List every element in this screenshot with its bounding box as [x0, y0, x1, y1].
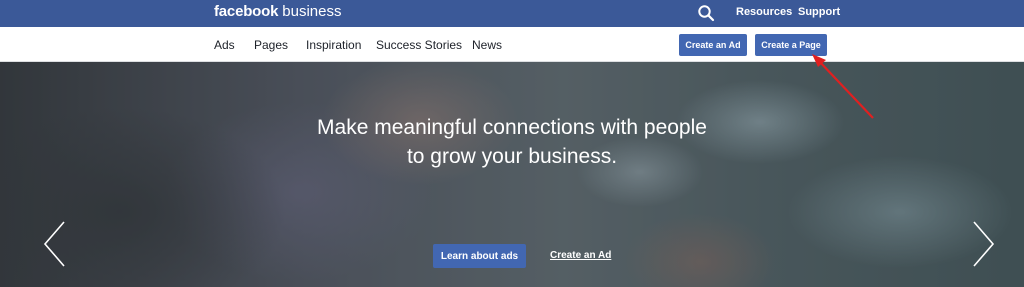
brand-facebook: facebook	[214, 3, 279, 20]
brand-business: business	[282, 3, 342, 20]
hero-title: Make meaningful connections with people …	[0, 113, 1024, 171]
main-nav	[0, 27, 1024, 62]
hero-title-line-1: Make meaningful connections with people	[317, 116, 707, 139]
search-icon[interactable]	[697, 4, 715, 22]
nav-item-pages[interactable]: Pages	[254, 38, 288, 52]
nav-item-success-stories[interactable]: Success Stories	[376, 38, 462, 52]
hero-title-line-2: to grow your business.	[406, 145, 618, 168]
nav-item-news[interactable]: News	[472, 38, 502, 52]
chevron-left-icon[interactable]	[42, 220, 68, 268]
nav-item-inspiration[interactable]: Inspiration	[306, 38, 361, 52]
support-link[interactable]: Support	[798, 6, 840, 18]
top-bar: facebook business Resources Support	[0, 0, 1024, 27]
nav-item-ads[interactable]: Ads	[214, 38, 235, 52]
create-ad-link[interactable]: Create an Ad	[550, 250, 611, 261]
chevron-right-icon[interactable]	[970, 220, 996, 268]
create-ad-button[interactable]: Create an Ad	[679, 34, 747, 56]
facebook-business-logo[interactable]: facebook business	[214, 3, 341, 21]
learn-about-ads-button[interactable]: Learn about ads	[433, 244, 526, 268]
resources-link[interactable]: Resources	[736, 6, 792, 18]
create-page-button[interactable]: Create a Page	[755, 34, 827, 56]
